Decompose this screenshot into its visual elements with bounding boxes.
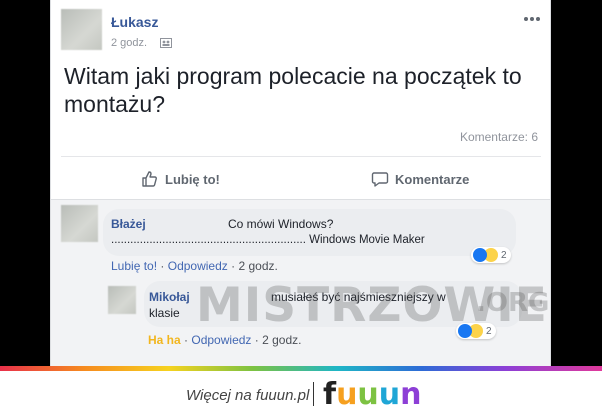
more-on-site-link[interactable]: Więcej na fuuun.pl <box>186 387 309 404</box>
site-footer: Więcej na fuuun.pl fuuun <box>0 366 602 413</box>
comment-bubble: Błażej Co mówi Windows? ................… <box>103 209 516 256</box>
author-avatar[interactable] <box>61 9 102 50</box>
reply-meta: Ha ha · Odpowiedz · 2 godz. <box>148 333 302 347</box>
reaction-count: 2 <box>501 249 507 261</box>
post-timestamp[interactable]: 2 godz. <box>111 37 147 49</box>
post-card: Łukasz 2 godz. Witam jaki program poleca… <box>50 0 551 366</box>
comment-meta: Lubię to! · Odpowiedz · 2 godz. <box>111 259 278 273</box>
reactions-badge[interactable]: 2 <box>471 247 511 263</box>
thumbs-up-icon <box>142 171 157 187</box>
comments-count-link[interactable]: Komentarze: 6 <box>460 130 538 144</box>
comment-like-link[interactable]: Lubię to! <box>111 259 157 273</box>
rainbow-stripe <box>0 366 602 371</box>
reply-text-line: klasie <box>149 306 180 320</box>
screenshot-stage: Łukasz 2 godz. Witam jaki program poleca… <box>0 0 602 413</box>
like-reaction-icon <box>458 324 472 338</box>
comment-button[interactable]: Komentarze <box>371 168 469 190</box>
reaction-count: 2 <box>486 325 492 337</box>
reply-avatar[interactable] <box>108 286 136 314</box>
more-options-icon[interactable] <box>523 16 541 22</box>
comment-time[interactable]: 2 godz. <box>238 259 277 273</box>
comment-avatar[interactable] <box>61 205 98 242</box>
comment-button-label: Komentarze <box>395 171 470 187</box>
comments-section: Błażej Co mówi Windows? ................… <box>51 199 550 366</box>
comment-text-line: ........................................… <box>111 234 425 246</box>
reply-haha-link[interactable]: Ha ha <box>148 333 181 347</box>
post-divider <box>61 156 541 157</box>
comment-bubble-icon <box>371 172 389 187</box>
reply-time[interactable]: 2 godz. <box>262 333 301 347</box>
comment-author[interactable]: Błażej <box>111 217 146 231</box>
reply-reply-link[interactable]: Odpowiedz <box>191 333 251 347</box>
like-reaction-icon <box>473 248 487 262</box>
like-button[interactable]: Lubię to! <box>141 168 220 190</box>
like-button-label: Lubię to! <box>165 171 220 187</box>
comment-reply-link[interactable]: Odpowiedz <box>168 259 228 273</box>
friends-privacy-icon <box>160 38 172 48</box>
reply-author[interactable]: Mikołaj <box>149 290 190 304</box>
reactions-badge[interactable]: 2 <box>456 323 496 339</box>
reply-bubble: Mikołaj musiałeś być najśmieszniejszy w … <box>144 281 522 327</box>
reply-text-line: musiałeś być najśmieszniejszy w <box>271 290 446 304</box>
footer-divider <box>313 382 314 406</box>
post-author-name[interactable]: Łukasz <box>111 14 158 30</box>
fuuun-logo[interactable]: fuuun <box>323 377 422 412</box>
post-text: Witam jaki program polecacie na początek… <box>64 63 522 117</box>
comment-text-line: Co mówi Windows? <box>228 217 334 231</box>
